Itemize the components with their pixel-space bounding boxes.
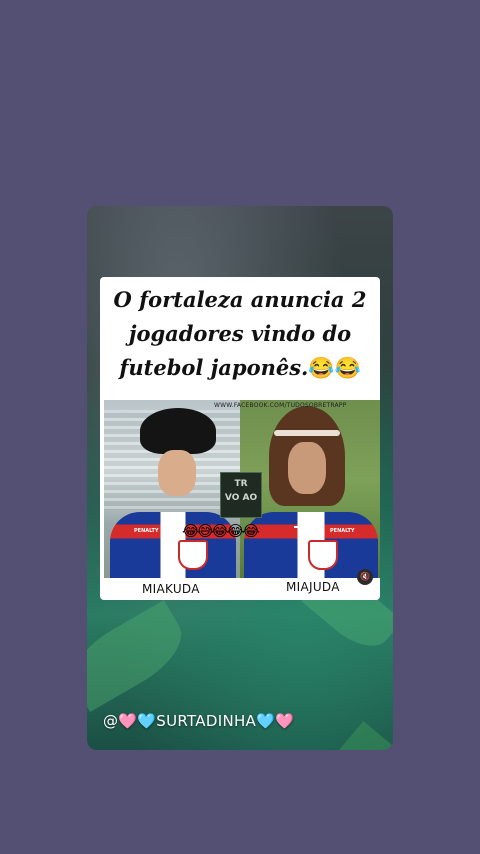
handle-name: SURTADINHA xyxy=(156,712,257,730)
handle-at: @ xyxy=(103,712,119,730)
channel-logo: TR VO AO xyxy=(220,472,262,518)
player-right-headband xyxy=(274,430,340,436)
divider xyxy=(294,526,304,528)
meme-post[interactable]: O fortaleza anuncia 2 jogadores vindo do… xyxy=(100,277,380,600)
blue-heart-icon: 🩵 xyxy=(137,712,157,730)
player-right-name: MIAJUDA xyxy=(286,580,340,594)
creator-handle[interactable]: @🩷🩵SURTADINHA🩵🩷 xyxy=(103,712,294,730)
club-crest-icon xyxy=(178,540,208,570)
pink-heart-icon: 🩷 xyxy=(118,712,138,730)
speaker-muted-icon[interactable]: 🔇 xyxy=(357,569,373,585)
meme-headline: O fortaleza anuncia 2 jogadores vindo do… xyxy=(100,283,380,401)
jersey-sponsor: PENALTY xyxy=(330,528,355,534)
player-left-name: MIAKUDA xyxy=(142,582,200,596)
laughing-emoji: 😂😂 xyxy=(308,355,361,380)
watermark-url: WWW.FACEBOOK.COM/TUDOSOBRETRAPP xyxy=(214,402,347,409)
reaction-emoji-row: 😂😅😂😂😂 xyxy=(182,522,260,540)
player-photos: WWW.FACEBOOK.COM/TUDOSOBRETRAPP PENALTY … xyxy=(104,400,380,578)
headline-line-1: O fortaleza anuncia 2 xyxy=(113,287,367,312)
pink-heart-icon: 🩷 xyxy=(275,712,295,730)
headline-line-3: futebol japonês. xyxy=(119,355,309,380)
headline-line-2: jogadores vindo do xyxy=(128,321,352,346)
player-left-face xyxy=(158,450,196,496)
leaf-decoration xyxy=(87,600,194,712)
player-left-hair xyxy=(140,408,216,454)
club-crest-icon xyxy=(308,540,338,570)
blue-heart-icon: 🩵 xyxy=(256,712,276,730)
jersey-sponsor: PENALTY xyxy=(134,528,159,534)
player-right-face xyxy=(288,442,326,494)
